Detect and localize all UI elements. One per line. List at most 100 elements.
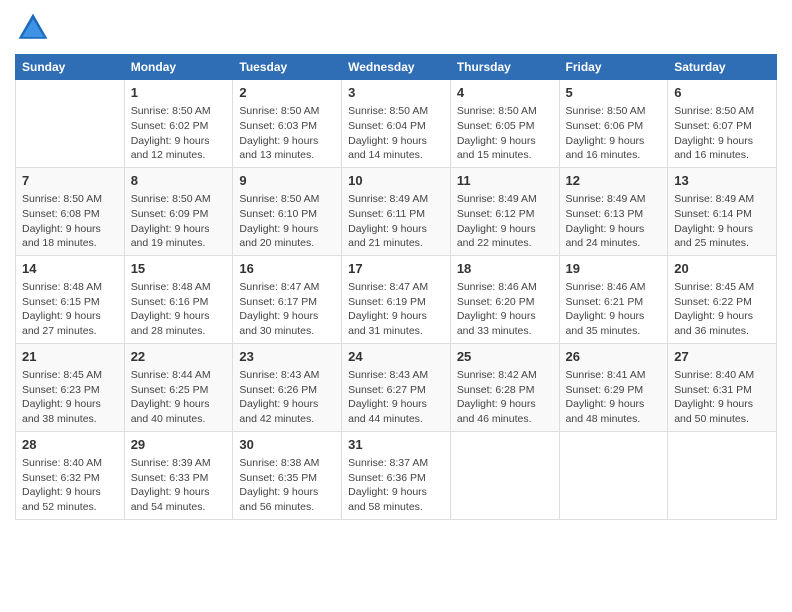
calendar-cell [668, 431, 777, 519]
calendar-cell: 9Sunrise: 8:50 AM Sunset: 6:10 PM Daylig… [233, 167, 342, 255]
day-info: Sunrise: 8:43 AM Sunset: 6:27 PM Dayligh… [348, 368, 444, 427]
day-info: Sunrise: 8:37 AM Sunset: 6:36 PM Dayligh… [348, 456, 444, 515]
calendar-cell: 27 Sunrise: 8:40 AM Sunset: 6:31 PM Dayli… [668, 343, 777, 431]
day-number: 14 [22, 260, 118, 278]
calendar-cell: 24 Sunrise: 8:43 AM Sunset: 6:27 PM Dayli… [342, 343, 451, 431]
calendar-cell: 12 Sunrise: 8:49 AM Sunset: 6:13 PM Dayli… [559, 167, 668, 255]
header-row: SundayMondayTuesdayWednesdayThursdayFrid… [16, 55, 777, 80]
day-info: Sunrise: 8:45 AM Sunset: 6:22 PM Dayligh… [674, 280, 770, 339]
header-cell-saturday: Saturday [668, 55, 777, 80]
logo-icon [15, 10, 51, 46]
calendar-cell: 17 Sunrise: 8:47 AM Sunset: 6:19 PM Dayli… [342, 255, 451, 343]
calendar-table: SundayMondayTuesdayWednesdayThursdayFrid… [15, 54, 777, 520]
calendar-cell: 13 Sunrise: 8:49 AM Sunset: 6:14 PM Dayli… [668, 167, 777, 255]
calendar-cell: 3 Sunrise: 8:50 AM Sunset: 6:04 PM Daylig… [342, 80, 451, 168]
calendar-cell: 26 Sunrise: 8:41 AM Sunset: 6:29 PM Dayli… [559, 343, 668, 431]
day-number: 24 [348, 348, 444, 366]
calendar-cell: 23Sunrise: 8:43 AM Sunset: 6:26 PM Dayli… [233, 343, 342, 431]
day-number: 6 [674, 84, 770, 102]
calendar-cell: 4Sunrise: 8:50 AM Sunset: 6:05 PM Daylig… [450, 80, 559, 168]
day-info: Sunrise: 8:50 AM Sunset: 6:08 PM Dayligh… [22, 192, 118, 251]
day-info: Sunrise: 8:41 AM Sunset: 6:29 PM Dayligh… [566, 368, 662, 427]
header-cell-thursday: Thursday [450, 55, 559, 80]
day-number: 20 [674, 260, 770, 278]
day-info: Sunrise: 8:50 AM Sunset: 6:03 PM Dayligh… [239, 104, 335, 163]
calendar-cell: 22 Sunrise: 8:44 AM Sunset: 6:25 PM Dayli… [124, 343, 233, 431]
day-number: 11 [457, 172, 553, 190]
calendar-cell: 6Sunrise: 8:50 AM Sunset: 6:07 PM Daylig… [668, 80, 777, 168]
day-number: 8 [131, 172, 227, 190]
day-info: Sunrise: 8:48 AM Sunset: 6:16 PM Dayligh… [131, 280, 227, 339]
day-info: Sunrise: 8:50 AM Sunset: 6:09 PM Dayligh… [131, 192, 227, 251]
calendar-cell: 1 Sunrise: 8:50 AM Sunset: 6:02 PM Daylig… [124, 80, 233, 168]
day-number: 28 [22, 436, 118, 454]
day-info: Sunrise: 8:40 AM Sunset: 6:32 PM Dayligh… [22, 456, 118, 515]
day-number: 7 [22, 172, 118, 190]
day-number: 19 [566, 260, 662, 278]
day-number: 12 [566, 172, 662, 190]
calendar-cell: 28 Sunrise: 8:40 AM Sunset: 6:32 PM Dayli… [16, 431, 125, 519]
day-number: 1 [131, 84, 227, 102]
day-number: 13 [674, 172, 770, 190]
day-info: Sunrise: 8:49 AM Sunset: 6:13 PM Dayligh… [566, 192, 662, 251]
calendar-cell: 15 Sunrise: 8:48 AM Sunset: 6:16 PM Dayli… [124, 255, 233, 343]
day-number: 30 [239, 436, 335, 454]
day-info: Sunrise: 8:50 AM Sunset: 6:06 PM Dayligh… [566, 104, 662, 163]
day-info: Sunrise: 8:45 AM Sunset: 6:23 PM Dayligh… [22, 368, 118, 427]
calendar-cell [559, 431, 668, 519]
day-info: Sunrise: 8:50 AM Sunset: 6:05 PM Dayligh… [457, 104, 553, 163]
header-cell-monday: Monday [124, 55, 233, 80]
calendar-cell: 8 Sunrise: 8:50 AM Sunset: 6:09 PM Daylig… [124, 167, 233, 255]
calendar-cell: 2Sunrise: 8:50 AM Sunset: 6:03 PM Daylig… [233, 80, 342, 168]
calendar-cell: 5 Sunrise: 8:50 AM Sunset: 6:06 PM Daylig… [559, 80, 668, 168]
day-number: 31 [348, 436, 444, 454]
day-number: 27 [674, 348, 770, 366]
calendar-row: 1 Sunrise: 8:50 AM Sunset: 6:02 PM Daylig… [16, 80, 777, 168]
day-info: Sunrise: 8:38 AM Sunset: 6:35 PM Dayligh… [239, 456, 335, 515]
header-cell-wednesday: Wednesday [342, 55, 451, 80]
calendar-cell: 29 Sunrise: 8:39 AM Sunset: 6:33 PM Dayli… [124, 431, 233, 519]
day-number: 29 [131, 436, 227, 454]
calendar-cell: 18Sunrise: 8:46 AM Sunset: 6:20 PM Dayli… [450, 255, 559, 343]
day-number: 3 [348, 84, 444, 102]
calendar-cell [16, 80, 125, 168]
calendar-cell: 19 Sunrise: 8:46 AM Sunset: 6:21 PM Dayli… [559, 255, 668, 343]
calendar-row: 14Sunrise: 8:48 AM Sunset: 6:15 PM Dayli… [16, 255, 777, 343]
day-info: Sunrise: 8:50 AM Sunset: 6:04 PM Dayligh… [348, 104, 444, 163]
page: SundayMondayTuesdayWednesdayThursdayFrid… [0, 0, 792, 612]
calendar-cell: 30 Sunrise: 8:38 AM Sunset: 6:35 PM Dayli… [233, 431, 342, 519]
day-info: Sunrise: 8:39 AM Sunset: 6:33 PM Dayligh… [131, 456, 227, 515]
day-number: 10 [348, 172, 444, 190]
day-number: 17 [348, 260, 444, 278]
day-number: 15 [131, 260, 227, 278]
day-info: Sunrise: 8:46 AM Sunset: 6:21 PM Dayligh… [566, 280, 662, 339]
calendar-body: 1 Sunrise: 8:50 AM Sunset: 6:02 PM Daylig… [16, 80, 777, 520]
calendar-cell: 10 Sunrise: 8:49 AM Sunset: 6:11 PM Dayli… [342, 167, 451, 255]
day-info: Sunrise: 8:49 AM Sunset: 6:11 PM Dayligh… [348, 192, 444, 251]
day-info: Sunrise: 8:49 AM Sunset: 6:14 PM Dayligh… [674, 192, 770, 251]
day-number: 26 [566, 348, 662, 366]
calendar-cell: 14Sunrise: 8:48 AM Sunset: 6:15 PM Dayli… [16, 255, 125, 343]
day-info: Sunrise: 8:47 AM Sunset: 6:19 PM Dayligh… [348, 280, 444, 339]
header-cell-sunday: Sunday [16, 55, 125, 80]
day-info: Sunrise: 8:42 AM Sunset: 6:28 PM Dayligh… [457, 368, 553, 427]
day-info: Sunrise: 8:44 AM Sunset: 6:25 PM Dayligh… [131, 368, 227, 427]
calendar-header: SundayMondayTuesdayWednesdayThursdayFrid… [16, 55, 777, 80]
header [15, 10, 777, 46]
day-info: Sunrise: 8:46 AM Sunset: 6:20 PM Dayligh… [457, 280, 553, 339]
day-number: 25 [457, 348, 553, 366]
calendar-cell: 25 Sunrise: 8:42 AM Sunset: 6:28 PM Dayli… [450, 343, 559, 431]
calendar-cell: 20 Sunrise: 8:45 AM Sunset: 6:22 PM Dayli… [668, 255, 777, 343]
day-number: 9 [239, 172, 335, 190]
calendar-cell: 11Sunrise: 8:49 AM Sunset: 6:12 PM Dayli… [450, 167, 559, 255]
day-number: 21 [22, 348, 118, 366]
calendar-row: 28 Sunrise: 8:40 AM Sunset: 6:32 PM Dayli… [16, 431, 777, 519]
day-info: Sunrise: 8:50 AM Sunset: 6:02 PM Dayligh… [131, 104, 227, 163]
header-cell-tuesday: Tuesday [233, 55, 342, 80]
day-number: 16 [239, 260, 335, 278]
day-number: 22 [131, 348, 227, 366]
calendar-row: 7 Sunrise: 8:50 AM Sunset: 6:08 PM Daylig… [16, 167, 777, 255]
header-cell-friday: Friday [559, 55, 668, 80]
day-number: 5 [566, 84, 662, 102]
day-info: Sunrise: 8:40 AM Sunset: 6:31 PM Dayligh… [674, 368, 770, 427]
